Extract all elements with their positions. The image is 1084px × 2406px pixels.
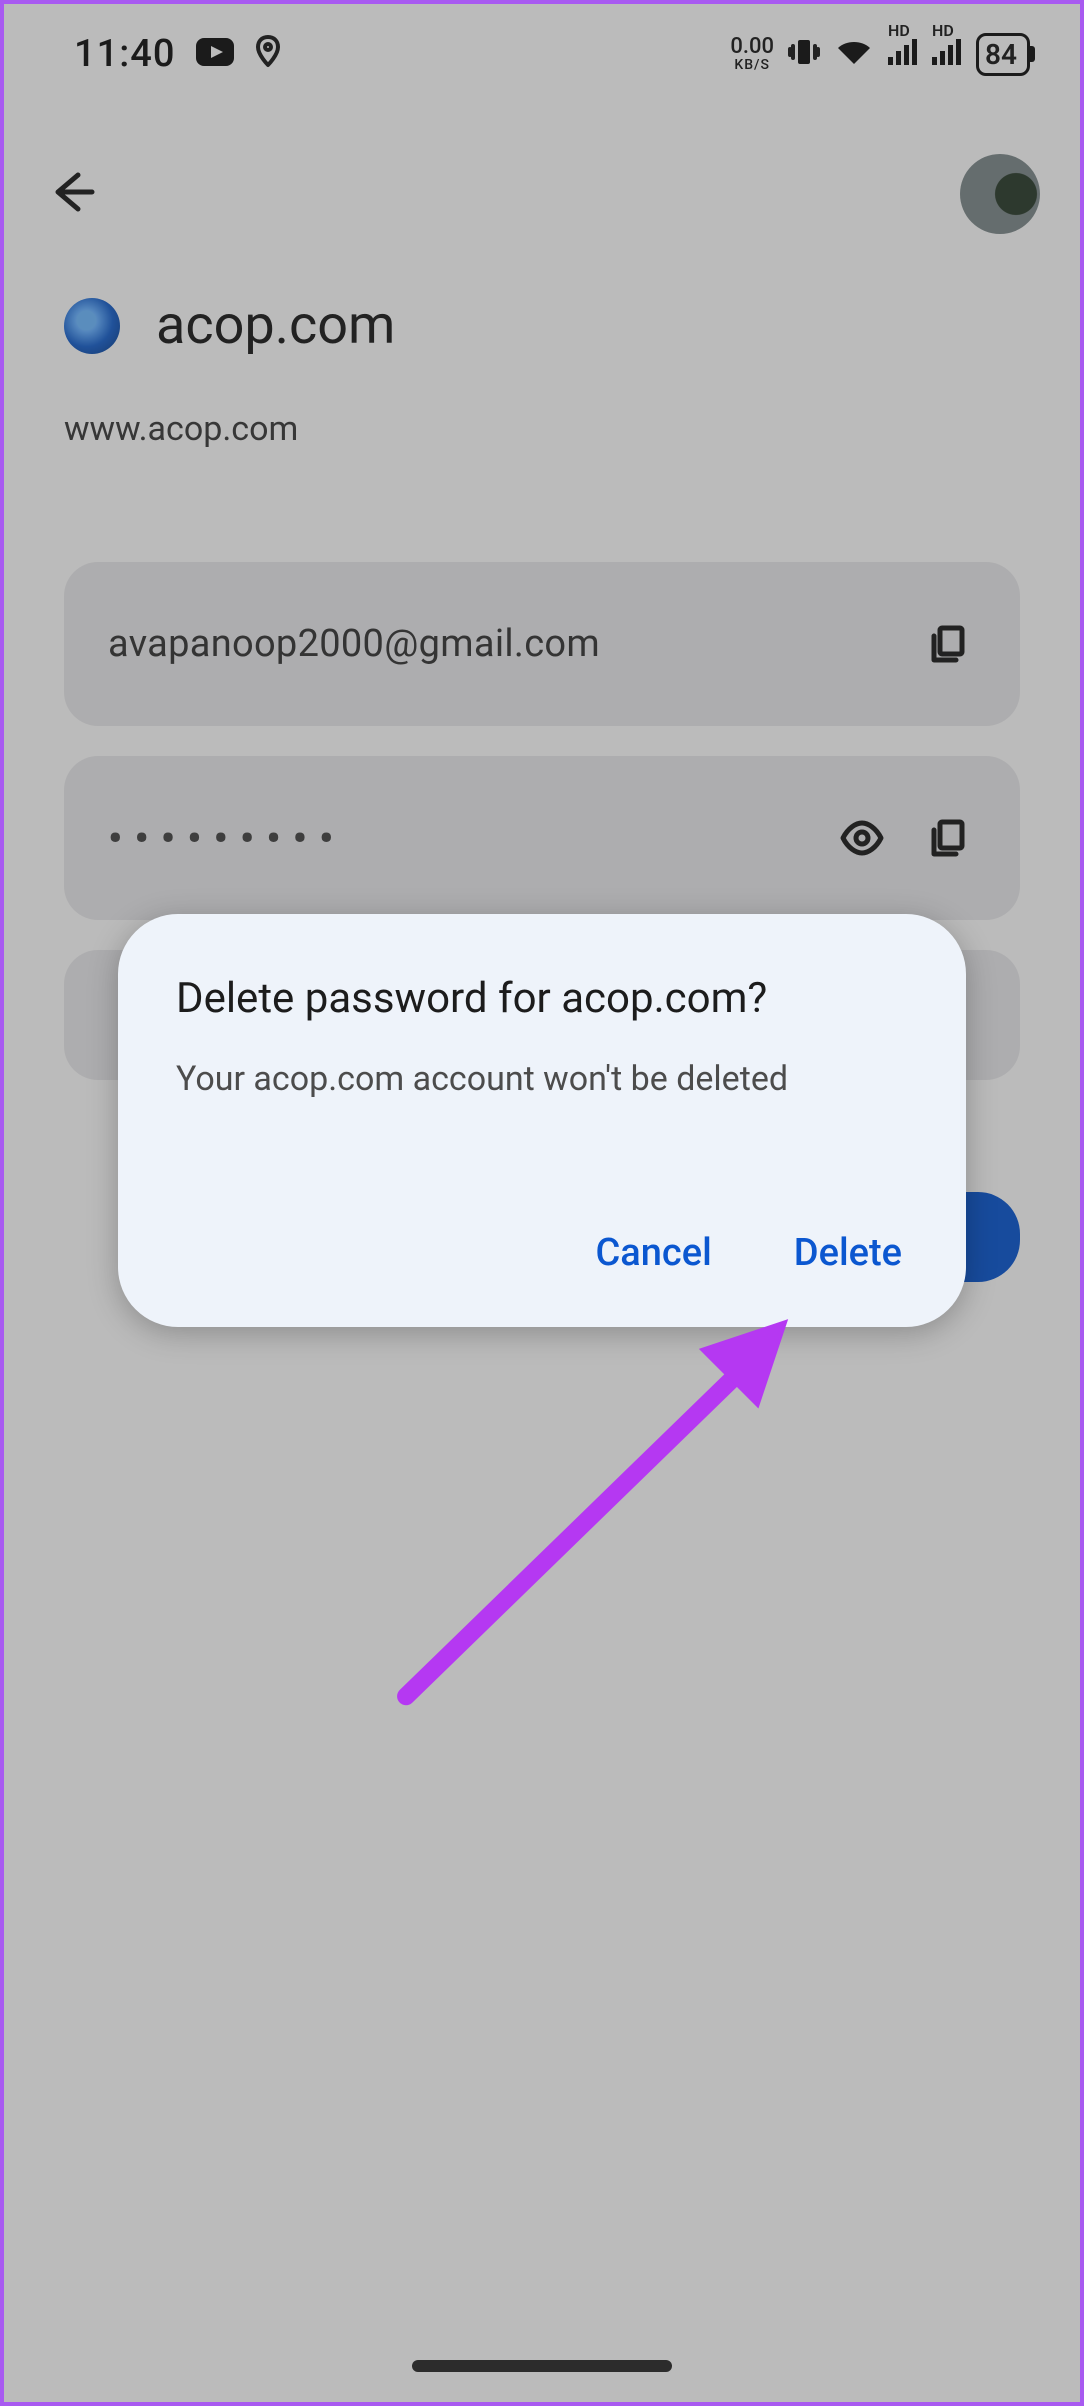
wifi-icon: [834, 36, 874, 72]
signal-icon-1: HD: [888, 39, 918, 69]
net-speed-value: 0.00: [730, 36, 774, 58]
status-clock: 11:40: [74, 32, 175, 76]
net-speed-unit: KB/S: [730, 58, 774, 72]
site-favicon: [64, 298, 120, 354]
dialog-title: Delete password for acop.com?: [176, 974, 908, 1023]
net-speed: 0.00 KB/S: [730, 36, 774, 72]
status-left: 11:40: [74, 32, 281, 76]
dialog-body: Your acop.com account won't be deleted: [176, 1059, 908, 1099]
signal-icon-2: HD: [932, 39, 962, 69]
cancel-button[interactable]: Cancel: [589, 1219, 717, 1287]
copy-password-button[interactable]: [920, 810, 976, 866]
battery-indicator: 84: [976, 33, 1030, 76]
password-value: •••••••••: [108, 815, 804, 862]
location-icon: [255, 35, 281, 73]
delete-password-dialog: Delete password for acop.com? Your acop.…: [118, 914, 966, 1327]
site-title: acop.com: [156, 294, 395, 357]
password-field: •••••••••: [64, 756, 1020, 920]
username-field: avapanoop2000@gmail.com: [64, 562, 1020, 726]
site-title-row: acop.com: [64, 294, 1020, 357]
site-block: acop.com www.acop.com: [64, 294, 1020, 449]
username-value: avapanoop2000@gmail.com: [108, 622, 890, 666]
dialog-actions: Cancel Delete: [176, 1219, 908, 1287]
status-right: 0.00 KB/S HD HD 84: [730, 33, 1030, 76]
gesture-nav-bar[interactable]: [412, 2360, 672, 2372]
show-password-button[interactable]: [834, 810, 890, 866]
account-avatar[interactable]: [960, 154, 1040, 234]
status-bar: 11:40 0.00 KB/S HD HD: [4, 4, 1080, 104]
vibrate-icon: [788, 36, 820, 72]
youtube-icon: [195, 37, 235, 71]
app-header: [4, 134, 1080, 254]
device-frame: 11:40 0.00 KB/S HD HD: [0, 0, 1084, 2406]
delete-button[interactable]: Delete: [788, 1219, 908, 1287]
back-button[interactable]: [44, 165, 98, 223]
battery-percent: 84: [985, 38, 1017, 71]
copy-username-button[interactable]: [920, 616, 976, 672]
site-url[interactable]: www.acop.com: [64, 409, 1020, 449]
